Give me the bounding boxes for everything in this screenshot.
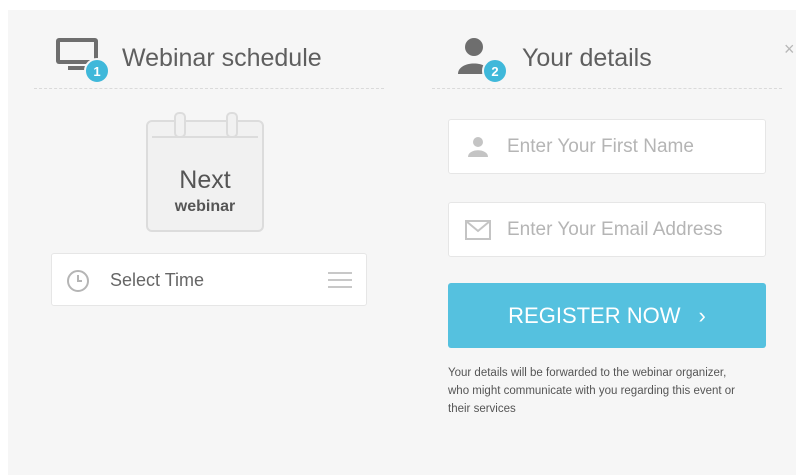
register-now-button[interactable]: REGISTER NOW › bbox=[448, 283, 766, 348]
user-icon bbox=[449, 136, 507, 158]
envelope-icon bbox=[449, 219, 507, 240]
select-time-dropdown[interactable]: Select Time bbox=[51, 253, 367, 306]
details-heading: 2 Your details bbox=[456, 36, 652, 84]
select-time-label: Select Time bbox=[110, 270, 205, 290]
calendar-line2: webinar bbox=[174, 198, 236, 215]
calendar-icon: Next webinar bbox=[146, 112, 264, 232]
details-heading-text: Your details bbox=[522, 43, 652, 72]
first-name-field[interactable] bbox=[448, 119, 766, 174]
chevron-right-icon: › bbox=[698, 302, 706, 328]
calendar-line1: Next bbox=[179, 166, 231, 194]
close-icon[interactable]: × bbox=[784, 40, 795, 58]
schedule-heading-text: Webinar schedule bbox=[122, 43, 322, 72]
schedule-divider bbox=[34, 88, 384, 89]
menu-icon bbox=[328, 271, 352, 294]
monitor-icon: 1 bbox=[54, 36, 110, 84]
step-2-badge: 2 bbox=[482, 58, 508, 84]
webinar-registration-panel: × 1 Webinar schedule Next webinar Select bbox=[8, 10, 796, 475]
register-now-label: REGISTER NOW bbox=[508, 302, 681, 328]
user-icon: 2 bbox=[456, 36, 514, 84]
details-divider bbox=[432, 88, 782, 89]
privacy-note: Your details will be forwarded to the we… bbox=[448, 367, 736, 415]
email-input[interactable] bbox=[507, 218, 747, 241]
step-1-badge: 1 bbox=[84, 58, 110, 84]
first-name-input[interactable] bbox=[507, 135, 747, 158]
clock-icon bbox=[66, 269, 90, 298]
email-field[interactable] bbox=[448, 202, 766, 257]
schedule-heading: 1 Webinar schedule bbox=[54, 36, 322, 84]
